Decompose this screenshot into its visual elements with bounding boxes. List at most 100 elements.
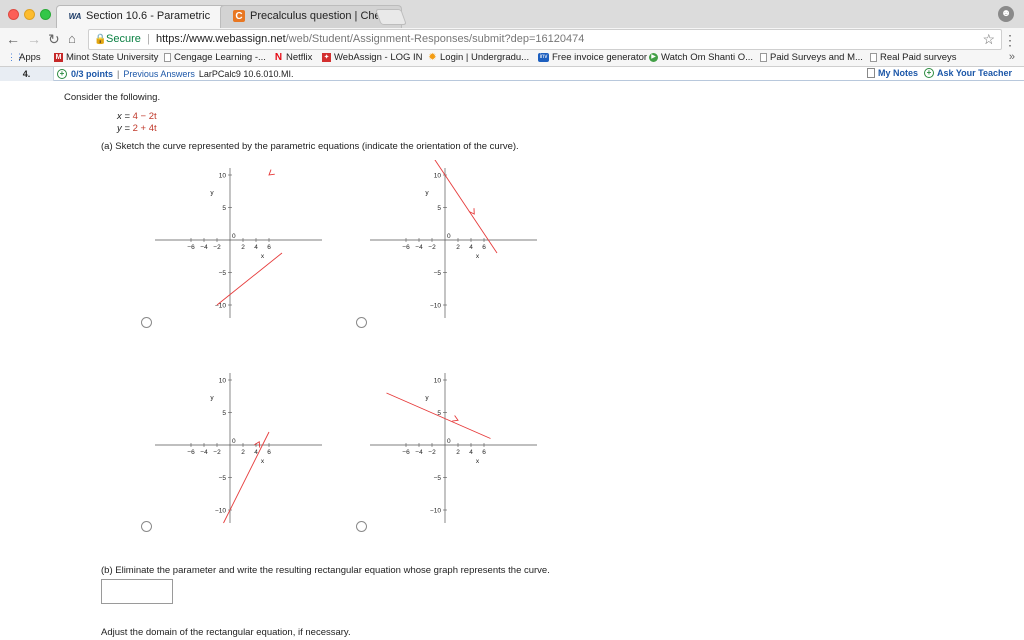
tab-webassign[interactable]: WA Section 10.6 - Parametric Equ × xyxy=(56,5,239,28)
graph-option-2: −6 −4 −2 2 4 6 10 5 −5 −10 0 x y xyxy=(365,160,565,320)
play-icon: ▶ xyxy=(649,53,658,62)
question-header: 4. + 0/3 points | Previous Answers LarPC… xyxy=(0,67,1024,81)
window-minimize-button[interactable] xyxy=(24,9,35,20)
x-tick-label: 2 xyxy=(456,449,460,456)
x-tick-label: −4 xyxy=(415,244,423,251)
browser-toolbar: ← → ↻ ⌂ 🔒 Secure | https://www.webassign… xyxy=(0,28,1024,51)
window-zoom-button[interactable] xyxy=(40,9,51,20)
secure-label: Secure xyxy=(106,33,141,45)
bookmark-msu[interactable]: M Minot State University xyxy=(54,52,158,63)
x-tick-label: −4 xyxy=(200,244,208,251)
bookmark-cengage[interactable]: Cengage Learning -... xyxy=(164,52,266,63)
bookmark-apps[interactable]: ⋮⋮ Apps xyxy=(7,52,41,63)
y-axis-label: y xyxy=(425,190,429,197)
y-tick-label: −5 xyxy=(434,475,442,482)
page-icon xyxy=(870,53,877,62)
expand-plus-icon[interactable]: + xyxy=(57,69,67,79)
orientation-arrow xyxy=(468,208,475,215)
x-tick-label: −6 xyxy=(187,449,195,456)
chegg-icon: C xyxy=(233,10,245,22)
bookmark-paid-surveys[interactable]: Paid Surveys and M... xyxy=(760,52,863,63)
option-3-radio[interactable] xyxy=(141,521,152,532)
my-notes-link[interactable]: My Notes xyxy=(867,68,918,78)
lock-icon: 🔒 xyxy=(94,34,107,45)
reload-icon[interactable]: ↻ xyxy=(48,31,60,47)
forward-arrow-icon[interactable]: → xyxy=(27,31,41,47)
url-text[interactable]: https://www.webassign.net/web/Student/As… xyxy=(156,33,584,45)
part-a-text: (a) Sketch the curve represented by the … xyxy=(101,141,519,152)
bookmark-login[interactable]: ✹ Login | Undergradu... xyxy=(428,52,529,63)
window-close-button[interactable] xyxy=(8,9,19,20)
rectangular-equation-input[interactable] xyxy=(101,579,173,604)
x-tick-label: 4 xyxy=(469,449,473,456)
x-tick-label: 2 xyxy=(456,244,460,251)
x-axis-label: x xyxy=(476,458,480,465)
x-tick-label: −6 xyxy=(402,244,410,251)
y-axis-label: y xyxy=(210,190,214,197)
equation-x: x = 4 − 2t xyxy=(117,111,157,122)
tab-title: Section 10.6 - Parametric Equ xyxy=(86,10,214,22)
curve-line xyxy=(434,160,498,254)
prompt-text: Consider the following. xyxy=(64,92,161,103)
graph-option-1: −6 −4 −2 2 4 6 10 5 −5 −10 0 x y xyxy=(150,160,350,320)
option-1-radio[interactable] xyxy=(141,317,152,328)
y-tick-label: −10 xyxy=(430,508,441,515)
menu-dots-icon[interactable]: ⋮ xyxy=(1003,32,1017,49)
option-2-radio[interactable] xyxy=(356,317,367,328)
y-axis-label: y xyxy=(425,395,429,402)
home-icon[interactable]: ⌂ xyxy=(68,31,76,47)
origin-label: 0 xyxy=(447,438,451,445)
y-tick-label: 5 xyxy=(222,205,226,212)
msu-logo-icon: M xyxy=(54,53,63,62)
bookmark-invoice[interactable]: inv Free invoice generator xyxy=(538,52,647,63)
question-number: 4. xyxy=(0,67,54,81)
previous-answers-link[interactable]: Previous Answers xyxy=(123,68,195,80)
y-tick-label: −5 xyxy=(434,270,442,277)
x-tick-label: −2 xyxy=(428,449,436,456)
bookmark-star-icon[interactable]: ☆ xyxy=(982,31,995,48)
tab-chegg[interactable]: C Precalculus question | Chegg × xyxy=(220,5,403,28)
y-tick-label: −10 xyxy=(215,303,226,310)
origin-label: 0 xyxy=(447,233,451,240)
part-b-text: (b) Eliminate the parameter and write th… xyxy=(101,565,550,576)
x-tick-label: 6 xyxy=(482,244,486,251)
ask-teacher-link[interactable]: + Ask Your Teacher xyxy=(924,68,1012,78)
option-4-radio[interactable] xyxy=(356,521,367,532)
more-bookmarks-icon[interactable]: » xyxy=(1009,51,1015,63)
y-tick-label: 10 xyxy=(434,378,442,385)
y-tick-label: −5 xyxy=(219,475,227,482)
invoice-icon: inv xyxy=(538,53,549,62)
bookmark-real-surveys[interactable]: Real Paid surveys xyxy=(870,52,957,63)
profile-icon[interactable]: ☻ xyxy=(998,6,1014,22)
bookmark-webassign[interactable]: ✦ WebAssign - LOG IN xyxy=(322,52,423,63)
x-tick-label: 2 xyxy=(241,244,245,251)
tab-strip: WA Section 10.6 - Parametric Equ × C Pre… xyxy=(0,0,1024,28)
page-icon xyxy=(164,53,171,62)
curve-line xyxy=(386,392,491,439)
y-tick-label: 10 xyxy=(434,173,442,180)
apps-grid-icon: ⋮⋮ xyxy=(7,52,24,62)
page-icon xyxy=(760,53,767,62)
origin-label: 0 xyxy=(232,233,236,240)
x-tick-label: −6 xyxy=(187,244,195,251)
graph-option-4: −6 −4 −2 2 4 6 10 5 −5 −10 0 x y xyxy=(365,365,565,525)
x-tick-label: 4 xyxy=(469,244,473,251)
new-tab-button[interactable] xyxy=(375,9,407,25)
address-bar[interactable]: 🔒 Secure | https://www.webassign.net/web… xyxy=(88,29,1002,50)
equation-y: y = 2 + 4t xyxy=(117,123,157,134)
bookmarks-bar: ⋮⋮ Apps M Minot State University Cengage L… xyxy=(0,51,1024,67)
tab-title: Precalculus question | Chegg xyxy=(250,10,378,22)
bookmark-netflix[interactable]: N Netflix xyxy=(274,52,313,63)
bookmark-watch[interactable]: ▶ Watch Om Shanti O... xyxy=(649,52,753,63)
x-tick-label: 4 xyxy=(254,244,258,251)
x-tick-label: 2 xyxy=(241,449,245,456)
back-arrow-icon[interactable]: ← xyxy=(6,31,20,47)
orientation-arrow xyxy=(268,169,275,176)
points-label: 0/3 points xyxy=(71,69,114,79)
orientation-arrow xyxy=(452,415,459,422)
plus-icon: + xyxy=(924,68,934,78)
webassign-icon: WA xyxy=(68,11,82,21)
y-tick-label: 10 xyxy=(219,378,227,385)
y-axis-label: y xyxy=(210,395,214,402)
x-tick-label: −2 xyxy=(213,449,221,456)
